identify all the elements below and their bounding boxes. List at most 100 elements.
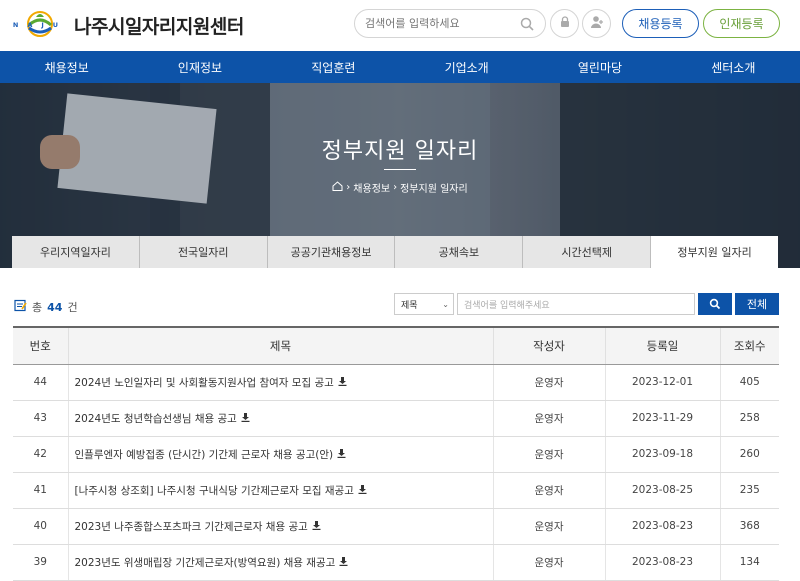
cell-title[interactable]: 2024년도 청년학습선생님 채용 공고 [67,400,493,437]
signup-button[interactable] [582,9,611,38]
post-title-link[interactable]: 2024년 노인일자리 및 사회활동지원사업 참여자 모집 공고 [75,377,334,389]
cell-views: 260 [719,436,779,473]
sub-tabs: 우리지역일자리 전국일자리 공공기관채용정보 공채속보 시간선택제 정부지원 일… [12,236,778,268]
col-header-views: 조회수 [719,326,779,365]
breadcrumb-separator: › [346,182,351,193]
breadcrumb-item[interactable]: 채용정보 [353,180,390,195]
cell-number: 43 [13,400,68,437]
nav-item-training[interactable]: 직업훈련 [267,51,400,83]
download-icon[interactable] [338,376,347,389]
tab-government-jobs[interactable]: 정부지원 일자리 [651,236,778,268]
col-header-date: 등록일 [604,326,720,365]
list-search-input[interactable]: 검색어를 입력해주세요 [457,293,695,315]
count-prefix: 총 [32,301,43,314]
nav-item-jobs[interactable]: 채용정보 [0,51,133,83]
cell-views: 258 [719,400,779,437]
cell-author: 운영자 [492,436,605,473]
cell-number: 39 [13,544,68,581]
download-icon[interactable] [337,448,346,461]
count-number: 44 [47,300,63,314]
nav-item-companies[interactable]: 기업소개 [400,51,533,83]
col-header-author: 작성자 [492,326,605,365]
cell-date: 2023-09-18 [604,436,720,473]
download-icon[interactable] [358,484,367,497]
user-add-icon [589,14,605,33]
download-icon[interactable] [339,556,348,569]
cell-author: 운영자 [492,472,605,509]
post-title-link[interactable]: 2023년 나주종합스포츠파크 기간제근로자 채용 공고 [75,521,308,533]
post-count: 총 44 건 [14,299,78,315]
table-header-row: 번호 제목 작성자 등록일 조회수 [13,326,779,365]
cell-views: 134 [719,544,779,581]
lock-icon [558,14,572,33]
cell-number: 44 [13,364,68,401]
tab-national-jobs[interactable]: 전국일자리 [139,236,268,268]
tab-public-institution[interactable]: 공공기관채용정보 [267,236,396,268]
table-row[interactable]: 41 [나주시청 상조회] 나주시청 구내식당 기간제근로자 모집 재공고 운영… [13,472,779,509]
tab-part-time-selective[interactable]: 시간선택제 [523,236,652,268]
post-title-link[interactable]: 2024년도 청년학습선생님 채용 공고 [75,413,237,425]
breadcrumb-item-current[interactable]: 정부지원 일자리 [400,180,468,195]
post-title-link[interactable]: 2023년도 위생매립장 기간제근로자(방역요원) 채용 재공고 [75,557,336,569]
cell-views: 405 [719,364,779,401]
table-row[interactable]: 40 2023년 나주종합스포츠파크 기간제근로자 채용 공고 운영자 2023… [13,508,779,545]
post-title-link[interactable]: [나주시청 상조회] 나주시청 구내식당 기간제근로자 모집 재공고 [75,485,354,497]
nav-item-community[interactable]: 열린마당 [533,51,666,83]
cell-title[interactable]: 2023년도 위생매립장 기간제근로자(방역요원) 채용 재공고 [67,544,493,581]
cell-author: 운영자 [492,400,605,437]
register-talent-button[interactable]: 인재등록 [703,9,780,38]
job-board-table: 번호 제목 작성자 등록일 조회수 44 2024년 노인일자리 및 사회활동지… [13,326,779,581]
table-row[interactable]: 39 2023년도 위생매립장 기간제근로자(방역요원) 채용 재공고 운영자 … [13,544,779,581]
search-icon[interactable] [519,16,535,32]
col-header-title: 제목 [67,326,493,365]
top-search-input[interactable] [365,17,515,30]
logo-text: NAJU [12,21,68,29]
count-suffix: 건 [67,301,78,314]
cell-date: 2023-08-23 [604,544,720,581]
cell-views: 368 [719,508,779,545]
nav-item-center[interactable]: 센터소개 [667,51,800,83]
cell-number: 40 [13,508,68,545]
download-icon[interactable] [241,412,250,425]
breadcrumb: › 채용정보 › 정부지원 일자리 [0,180,800,195]
tab-open-recruit-news[interactable]: 공채속보 [395,236,524,268]
cell-date: 2023-08-23 [604,508,720,545]
post-title-link[interactable]: 인플루엔자 예방접종 (단시간) 기간제 근로자 채용 공고(안) [75,449,334,461]
title-divider [384,169,416,170]
cell-title[interactable]: 2023년 나주종합스포츠파크 기간제근로자 채용 공고 [67,508,493,545]
top-search-box[interactable] [354,9,546,38]
cell-date: 2023-08-25 [604,472,720,509]
cell-author: 운영자 [492,544,605,581]
table-row[interactable]: 42 인플루엔자 예방접종 (단시간) 기간제 근로자 채용 공고(안) 운영자… [13,436,779,473]
site-logo[interactable]: NAJU 나주시일자리지원센터 [12,6,244,44]
home-icon[interactable] [332,181,343,194]
naju-logo-mark: NAJU [12,7,68,43]
main-nav: 채용정보 인재정보 직업훈련 기업소개 열린마당 센터소개 [0,51,800,83]
nav-item-talent[interactable]: 인재정보 [133,51,266,83]
list-search-button[interactable] [698,293,732,315]
cell-views: 235 [719,472,779,509]
cell-number: 41 [13,472,68,509]
list-icon [14,299,27,315]
search-field-select[interactable]: 제목 ⌄ [394,293,454,315]
tab-local-jobs[interactable]: 우리지역일자리 [12,236,140,268]
select-value: 제목 [401,300,418,311]
chevron-down-icon: ⌄ [442,299,449,309]
show-all-button[interactable]: 전체 [735,293,779,315]
login-button[interactable] [550,9,579,38]
cell-number: 42 [13,436,68,473]
cell-author: 운영자 [492,364,605,401]
page-title: 정부지원 일자리 [321,139,479,164]
table-row[interactable]: 43 2024년도 청년학습선생님 채용 공고 운영자 2023-11-29 2… [13,400,779,437]
cell-author: 운영자 [492,508,605,545]
table-row[interactable]: 44 2024년 노인일자리 및 사회활동지원사업 참여자 모집 공고 운영자 … [13,364,779,401]
cell-title[interactable]: [나주시청 상조회] 나주시청 구내식당 기간제근로자 모집 재공고 [67,472,493,509]
download-icon[interactable] [312,520,321,533]
cell-date: 2023-11-29 [604,400,720,437]
site-title: 나주시일자리지원센터 [74,15,244,38]
site-header: NAJU 나주시일자리지원센터 채용등록 인재등록 [0,0,800,50]
cell-title[interactable]: 인플루엔자 예방접종 (단시간) 기간제 근로자 채용 공고(안) [67,436,493,473]
cell-title[interactable]: 2024년 노인일자리 및 사회활동지원사업 참여자 모집 공고 [67,364,493,401]
col-header-number: 번호 [13,326,68,365]
register-job-button[interactable]: 채용등록 [622,9,699,38]
